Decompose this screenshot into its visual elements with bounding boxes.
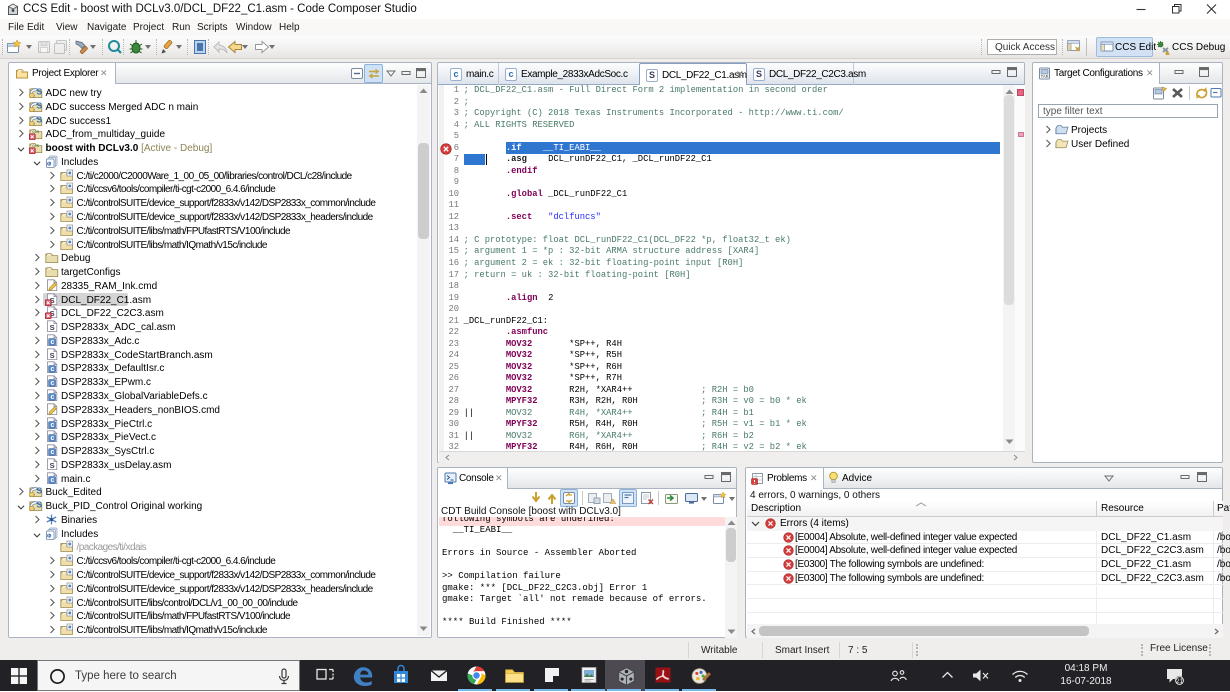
- svg-text:S: S: [49, 350, 54, 359]
- svg-text:S: S: [37, 100, 43, 110]
- svg-text:c: c: [50, 367, 54, 374]
- svg-text:c: c: [50, 394, 54, 401]
- svg-text:S: S: [49, 323, 54, 332]
- svg-text:c: c: [50, 477, 54, 484]
- svg-text:21: 21: [1176, 678, 1184, 685]
- svg-text:S: S: [37, 87, 43, 97]
- svg-text:TAR: TAR: [1041, 74, 1049, 79]
- svg-text:ccs: ccs: [32, 143, 40, 148]
- svg-text:ccs: ccs: [32, 129, 40, 134]
- svg-text:S: S: [37, 114, 43, 124]
- svg-text:S: S: [37, 500, 43, 510]
- svg-text:c: c: [50, 422, 54, 429]
- svg-text:S: S: [37, 486, 43, 496]
- svg-text:c: c: [50, 339, 54, 346]
- svg-text:c: c: [50, 435, 54, 442]
- svg-text:c: c: [50, 380, 54, 387]
- svg-text:c: c: [50, 449, 54, 456]
- svg-text:S: S: [49, 461, 54, 470]
